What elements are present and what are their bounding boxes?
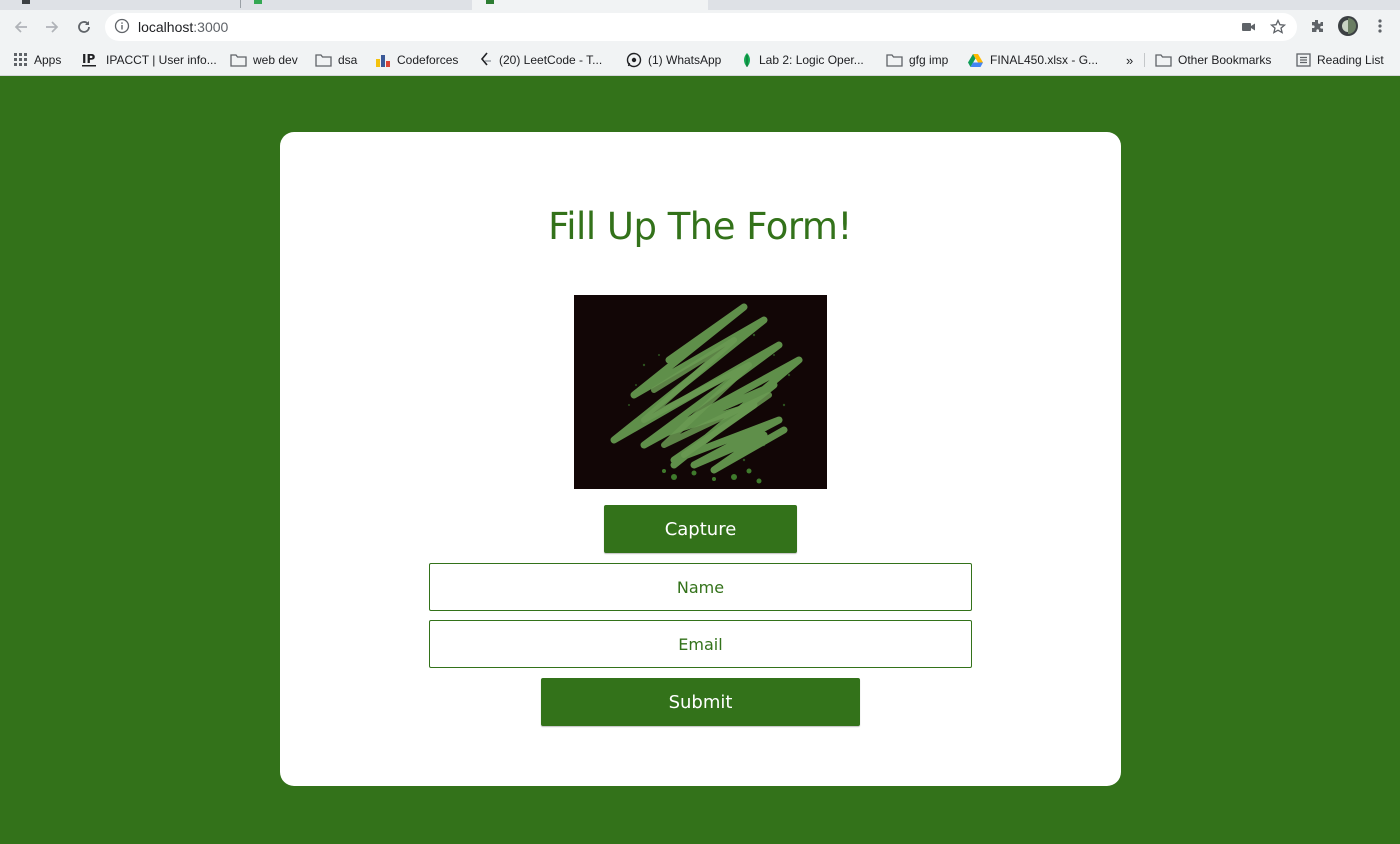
url-text: localhost:3000 — [138, 19, 228, 35]
name-input[interactable] — [429, 563, 972, 611]
bookmark-lab2[interactable]: Lab 2: Logic Oper... — [741, 52, 864, 68]
folder-icon — [886, 53, 903, 67]
active-tab[interactable] — [472, 0, 708, 10]
bookmark-label: Apps — [34, 53, 62, 67]
folder-icon — [230, 53, 247, 67]
bookmark-label: IPACCT | User info... — [106, 53, 217, 67]
bookmark-label: (1) WhatsApp — [648, 53, 722, 67]
tab-favicon — [22, 0, 30, 4]
apps-grid-icon — [14, 53, 28, 67]
extensions-puzzle-icon[interactable] — [1308, 17, 1326, 40]
address-bar[interactable]: localhost:3000 — [105, 13, 1297, 41]
bookmark-dsa[interactable]: dsa — [315, 52, 357, 68]
email-input[interactable] — [429, 620, 972, 668]
folder-icon — [1155, 53, 1172, 67]
site-info-icon[interactable] — [114, 18, 130, 39]
browser-toolbar: localhost:3000 — [0, 10, 1400, 44]
bookmark-star-icon[interactable] — [1269, 18, 1287, 41]
tab-strip — [0, 0, 1400, 10]
url-port: :3000 — [193, 19, 229, 35]
bookmark-gfg-imp[interactable]: gfg imp — [886, 52, 948, 68]
bookmark-whatsapp[interactable]: (1) WhatsApp — [626, 52, 721, 68]
bookmark-leetcode[interactable]: (20) LeetCode - T... — [479, 52, 602, 68]
tab-favicon — [486, 0, 494, 4]
bookmark-label: Other Bookmarks — [1178, 53, 1272, 67]
google-drive-icon — [967, 53, 984, 68]
bookmark-label: dsa — [338, 53, 358, 67]
bookmark-label: Lab 2: Logic Oper... — [759, 53, 864, 67]
bookmark-web-dev[interactable]: web dev — [230, 52, 298, 68]
forward-button[interactable] — [41, 16, 63, 38]
bookmark-label: gfg imp — [909, 53, 949, 67]
bookmark-ipacct[interactable]: IP IPACCT | User info... — [82, 52, 217, 68]
url-host: localhost — [138, 19, 194, 35]
tab-favicon — [254, 0, 262, 4]
arrow-left-icon — [14, 21, 27, 33]
reading-list-icon — [1296, 53, 1311, 67]
leetcode-icon — [479, 52, 493, 68]
browser-menu-icon[interactable] — [1372, 17, 1388, 40]
profile-avatar[interactable] — [1337, 15, 1359, 42]
bookmark-reading-list[interactable]: Reading List — [1296, 52, 1384, 68]
bookmark-label: Codeforces — [397, 53, 459, 67]
bookmark-codeforces[interactable]: Codeforces — [375, 52, 458, 68]
back-button[interactable] — [10, 16, 32, 38]
svg-text:IP: IP — [82, 52, 95, 66]
bookmark-final450[interactable]: FINAL450.xlsx - G... — [967, 52, 1098, 68]
reload-button[interactable] — [73, 16, 95, 38]
bookmark-apps[interactable]: Apps — [14, 52, 61, 68]
bookmarks-overflow-chevron[interactable]: » — [1126, 52, 1133, 68]
bookmarks-bar: Apps IP IPACCT | User info... web dev ds… — [0, 44, 1400, 76]
bar-chart-icon — [375, 53, 391, 67]
whatsapp-icon — [626, 52, 642, 68]
bookmarks-divider — [1144, 53, 1145, 67]
chevron-double-right-icon: » — [1126, 52, 1134, 68]
webcam-feed-scribble — [610, 303, 803, 484]
page-title: Fill Up The Form! — [548, 205, 852, 248]
folder-icon — [315, 53, 332, 67]
bookmark-label: Reading List — [1317, 53, 1384, 67]
tab-separator — [240, 0, 241, 8]
bookmark-other-bookmarks[interactable]: Other Bookmarks — [1155, 52, 1271, 68]
submit-button[interactable]: Submit — [541, 678, 860, 726]
bookmark-label: web dev — [253, 53, 298, 67]
capture-button[interactable]: Capture — [604, 505, 797, 553]
reload-icon — [78, 21, 90, 33]
webcam-preview — [574, 295, 827, 489]
camera-in-use-icon[interactable] — [1239, 18, 1257, 41]
bookmark-label: FINAL450.xlsx - G... — [990, 53, 1099, 67]
ip-logo-icon: IP — [82, 52, 100, 68]
bookmark-label: (20) LeetCode - T... — [499, 53, 603, 67]
leaf-icon — [741, 52, 753, 68]
arrow-right-icon — [46, 21, 59, 33]
